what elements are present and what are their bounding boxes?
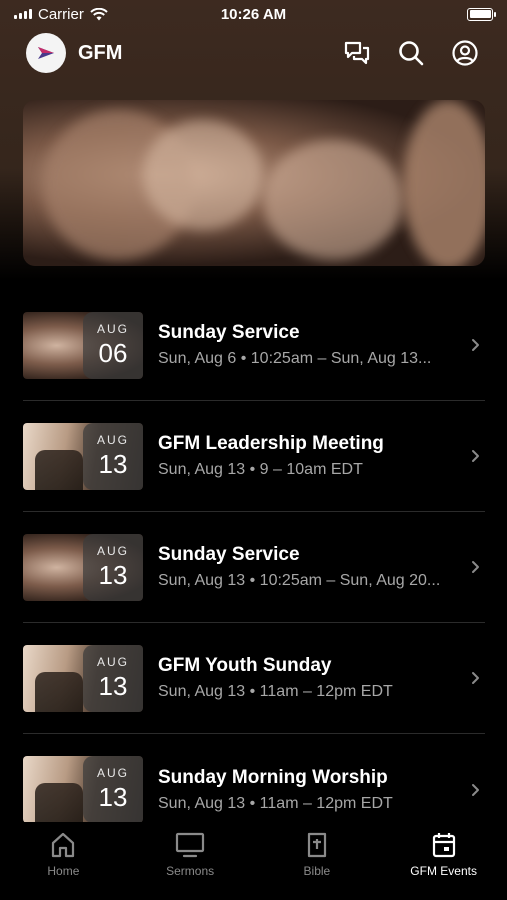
- date-day: 13: [98, 670, 128, 701]
- hero-banner[interactable]: [23, 100, 485, 266]
- tab-label: GFM Events: [410, 864, 477, 878]
- date-badge: AUG 13: [83, 756, 143, 823]
- status-bar: Carrier 10:26 AM: [0, 0, 507, 28]
- event-title: Sunday Morning Worship: [158, 766, 388, 788]
- event-row[interactable]: AUG 06 Sunday Service Sun, Aug 6 • 10:25…: [23, 290, 485, 401]
- signal-icon: [14, 9, 32, 19]
- date-day: 13: [98, 559, 128, 590]
- event-subtitle: Sun, Aug 13 • 11am – 12pm EDT: [158, 794, 393, 812]
- event-subtitle: Sun, Aug 13 • 11am – 12pm EDT: [158, 683, 393, 700]
- date-month: AUG: [96, 321, 129, 336]
- event-row[interactable]: AUG 13 GFM Youth Sunday Sun, Aug 13 • 11…: [23, 623, 485, 734]
- search-button[interactable]: [395, 37, 427, 69]
- event-title: GFM Youth Sunday: [158, 655, 332, 676]
- event-row[interactable]: AUG 13 Sunday Service Sun, Aug 13 • 10:2…: [23, 512, 485, 623]
- tv-icon: [176, 832, 205, 858]
- tab-label: Sermons: [166, 864, 215, 878]
- event-thumbnail: AUG 13: [23, 756, 143, 823]
- date-badge: AUG 13: [83, 644, 143, 712]
- profile-icon: [452, 40, 478, 66]
- tab-home[interactable]: Home: [0, 822, 127, 900]
- date-day: 06: [98, 337, 128, 368]
- date-month: AUG: [96, 432, 129, 447]
- event-thumbnail: AUG 13: [23, 644, 143, 712]
- chevron-right-icon: [465, 560, 485, 574]
- date-badge: AUG 13: [83, 533, 143, 601]
- battery-level: [469, 10, 491, 18]
- event-subtitle: Sun, Aug 13 • 10:25am – Sun, Aug 20...: [158, 572, 441, 589]
- event-row[interactable]: AUG 13 GFM Leadership Meeting Sun, Aug 1…: [23, 401, 485, 512]
- thumbnail-figure: [35, 449, 83, 490]
- chevron-right-icon: [465, 449, 485, 463]
- tab-bible[interactable]: Bible: [254, 822, 381, 900]
- chat-button[interactable]: [341, 37, 373, 69]
- app-logo[interactable]: [26, 33, 66, 73]
- profile-button[interactable]: [449, 37, 481, 69]
- chevron-right-icon: [465, 783, 485, 797]
- tab-sermons[interactable]: Sermons: [127, 822, 254, 900]
- event-text: GFM Leadership Meeting Sun, Aug 13 • 9 –…: [158, 433, 459, 479]
- app-title: GFM: [78, 41, 123, 64]
- date-month: AUG: [96, 543, 129, 558]
- event-thumbnail: AUG 06: [23, 311, 143, 379]
- event-title: Sunday Service: [158, 544, 300, 565]
- event-subtitle: Sun, Aug 13 • 9 – 10am EDT: [158, 461, 363, 478]
- search-icon: [399, 41, 424, 66]
- event-thumbnail: AUG 13: [23, 533, 143, 601]
- date-month: AUG: [96, 766, 129, 780]
- tab-label: Bible: [303, 864, 331, 878]
- chevron-right-icon: [465, 671, 485, 685]
- event-text: Sunday Service Sun, Aug 6 • 10:25am – Su…: [158, 322, 459, 368]
- thumbnail-figure: [35, 671, 83, 712]
- tab-bar: Home Sermons Bible GFM Events: [0, 822, 507, 900]
- wifi-icon: [90, 7, 108, 20]
- carrier-label: Carrier: [38, 5, 84, 23]
- event-subtitle: Sun, Aug 6 • 10:25am – Sun, Aug 13...: [158, 350, 432, 367]
- home-icon: [52, 832, 75, 858]
- tab-label: Home: [47, 864, 80, 878]
- header-actions: [341, 37, 481, 69]
- hero-image-shape: [263, 140, 403, 260]
- event-thumbnail: AUG 13: [23, 422, 143, 490]
- chat-icon: [344, 41, 370, 65]
- date-badge: AUG 13: [83, 422, 143, 490]
- event-text: Sunday Service Sun, Aug 13 • 10:25am – S…: [158, 544, 459, 590]
- hero-image-shape: [143, 120, 263, 230]
- date-day: 13: [98, 448, 128, 479]
- tab-gfm-events[interactable]: GFM Events: [380, 822, 507, 900]
- date-badge: AUG 06: [83, 311, 143, 379]
- event-text: Sunday Morning Worship Sun, Aug 13 • 11a…: [158, 767, 459, 813]
- logo-icon: [38, 47, 54, 59]
- bible-icon: [307, 832, 326, 858]
- chevron-right-icon: [465, 338, 485, 352]
- date-day: 13: [98, 782, 128, 812]
- calendar-icon: [432, 833, 455, 858]
- thumbnail-figure: [35, 783, 83, 823]
- event-list: AUG 06 Sunday Service Sun, Aug 6 • 10:25…: [23, 290, 485, 845]
- hero-image-shape: [403, 100, 485, 266]
- event-title: GFM Leadership Meeting: [158, 433, 384, 454]
- battery-icon: [467, 7, 496, 21]
- date-month: AUG: [96, 654, 129, 669]
- event-text: GFM Youth Sunday Sun, Aug 13 • 11am – 12…: [158, 655, 459, 701]
- app-header: GFM: [0, 30, 507, 76]
- event-title: Sunday Service: [158, 322, 300, 343]
- status-left: Carrier: [14, 6, 108, 23]
